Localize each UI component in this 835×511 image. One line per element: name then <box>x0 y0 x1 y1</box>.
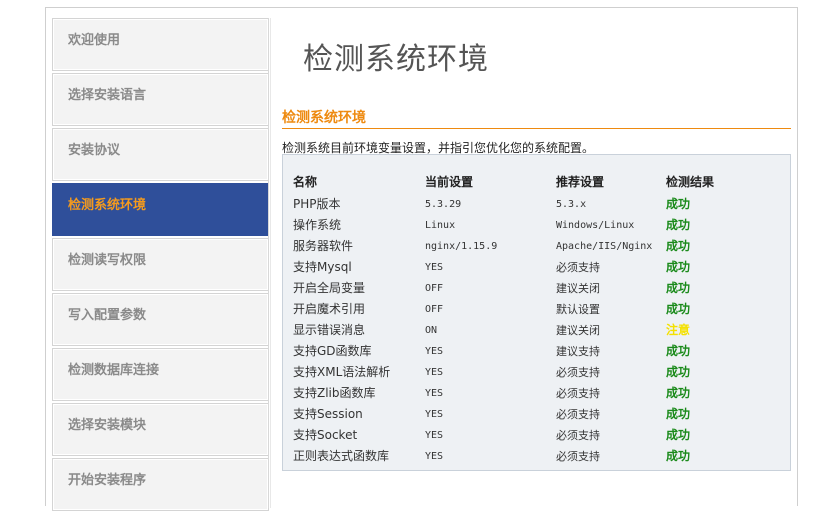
step-start-install[interactable]: 开始安装程序 <box>52 458 269 511</box>
row-current-setting: YES <box>425 388 444 399</box>
row-name: 支持Session <box>293 407 363 421</box>
row-recommended-setting: 建议支持 <box>556 345 600 358</box>
step-welcome[interactable]: 欢迎使用 <box>52 18 269 71</box>
row-check-result: 成功 <box>666 302 691 316</box>
section-divider <box>282 128 791 129</box>
row-name: 正则表达式函数库 <box>293 449 390 463</box>
row-name: 支持GD函数库 <box>293 344 372 358</box>
row-check-result: 成功 <box>666 386 691 400</box>
row-check-result: 成功 <box>666 281 691 295</box>
row-current-setting: YES <box>425 430 444 441</box>
row-current-setting: YES <box>425 451 444 462</box>
row-recommended-setting: 必须支持 <box>556 429 600 442</box>
row-recommended-setting: 必须支持 <box>556 450 600 463</box>
table-row: 支持Mysql YES 必须支持 成功 <box>283 257 790 278</box>
table-header: 名称 当前设置 推荐设置 检测结果 <box>283 172 790 193</box>
section-title: 检测系统环境 <box>282 110 366 126</box>
step-select-modules[interactable]: 选择安装模块 <box>52 403 269 456</box>
row-check-result: 成功 <box>666 218 691 232</box>
row-current-setting: YES <box>425 367 444 378</box>
row-name: 服务器软件 <box>293 239 354 253</box>
row-recommended-setting: 建议关闭 <box>556 324 600 337</box>
row-current-setting: OFF <box>425 283 444 294</box>
row-check-result: 成功 <box>666 260 691 274</box>
row-recommended-setting: 5.3.x <box>556 199 587 210</box>
step-label: 检测数据库连接 <box>68 363 160 378</box>
step-label: 开始安装程序 <box>68 473 147 488</box>
row-name: 显示错误消息 <box>293 323 366 337</box>
row-recommended-setting: Apache/IIS/Nginx <box>556 241 653 252</box>
step-check-environment[interactable]: 检测系统环境 <box>52 183 269 236</box>
step-select-language[interactable]: 选择安装语言 <box>52 73 269 126</box>
step-label: 选择安装语言 <box>68 88 147 103</box>
row-recommended-setting: 必须支持 <box>556 387 600 400</box>
step-label: 选择安装模块 <box>68 418 147 433</box>
row-name: PHP版本 <box>293 197 341 211</box>
table-row: 显示错误消息 ON 建议关闭 注意 <box>283 320 790 341</box>
table-row: 支持Zlib函数库 YES 必须支持 成功 <box>283 383 790 404</box>
row-name: 支持Socket <box>293 428 358 442</box>
row-current-setting: Linux <box>425 220 456 231</box>
row-name: 支持Mysql <box>293 260 352 274</box>
row-current-setting: OFF <box>425 304 444 315</box>
step-label: 安装协议 <box>68 143 121 158</box>
row-recommended-setting: Windows/Linux <box>556 220 635 231</box>
step-license-agreement[interactable]: 安装协议 <box>52 128 269 181</box>
row-check-result: 成功 <box>666 344 691 358</box>
row-current-setting: 5.3.29 <box>425 199 462 210</box>
row-recommended-setting: 必须支持 <box>556 408 600 421</box>
row-check-result: 成功 <box>666 365 691 379</box>
row-recommended-setting: 必须支持 <box>556 366 600 379</box>
table-row: 服务器软件 nginx/1.15.9 Apache/IIS/Nginx 成功 <box>283 236 790 257</box>
row-check-result: 成功 <box>666 197 691 211</box>
table-row: 开启全局变量 OFF 建议关闭 成功 <box>283 278 790 299</box>
step-label: 欢迎使用 <box>68 33 121 48</box>
row-name: 操作系统 <box>293 218 342 232</box>
step-label: 检测系统环境 <box>68 198 147 213</box>
step-check-permissions[interactable]: 检测读写权限 <box>52 238 269 291</box>
table-row: 开启魔术引用 OFF 默认设置 成功 <box>283 299 790 320</box>
row-current-setting: YES <box>425 262 444 273</box>
row-name: 支持XML语法解析 <box>293 365 391 379</box>
environment-check-table: 名称 当前设置 推荐设置 检测结果 PHP版本 5.3.29 5.3.x 成功 操作系统… <box>282 154 791 471</box>
table-row: PHP版本 5.3.29 5.3.x 成功 <box>283 194 790 215</box>
row-current-setting: nginx/1.15.9 <box>425 241 498 252</box>
row-name: 支持Zlib函数库 <box>293 386 376 400</box>
row-recommended-setting: 默认设置 <box>556 303 600 316</box>
row-check-result: 成功 <box>666 449 691 463</box>
row-check-result: 成功 <box>666 407 691 421</box>
header-recommended: 推荐设置 <box>556 175 605 189</box>
row-current-setting: YES <box>425 346 444 357</box>
row-recommended-setting: 建议关闭 <box>556 282 600 295</box>
row-name: 开启全局变量 <box>293 281 366 295</box>
header-current: 当前设置 <box>425 175 474 189</box>
step-write-config[interactable]: 写入配置参数 <box>52 293 269 346</box>
row-name: 开启魔术引用 <box>293 302 366 316</box>
step-label: 检测读写权限 <box>68 253 147 268</box>
row-check-result: 注意 <box>666 323 691 337</box>
row-current-setting: YES <box>425 409 444 420</box>
row-current-setting: ON <box>425 325 438 336</box>
table-row: 支持Socket YES 必须支持 成功 <box>283 425 790 446</box>
row-check-result: 成功 <box>666 239 691 253</box>
installer-frame: 欢迎使用 选择安装语言 安装协议 检测系统环境 检测读写权限 写入配置参数 检测… <box>45 7 798 511</box>
header-result: 检测结果 <box>666 175 715 189</box>
header-name: 名称 <box>293 175 318 189</box>
table-row: 支持XML语法解析 YES 必须支持 成功 <box>283 362 790 383</box>
table-row: 正则表达式函数库 YES 必须支持 成功 <box>283 446 790 467</box>
row-recommended-setting: 必须支持 <box>556 261 600 274</box>
table-row: 支持Session YES 必须支持 成功 <box>283 404 790 425</box>
row-check-result: 成功 <box>666 428 691 442</box>
sidebar-divider-shadow <box>270 18 271 508</box>
table-row: 操作系统 Linux Windows/Linux 成功 <box>283 215 790 236</box>
step-check-database[interactable]: 检测数据库连接 <box>52 348 269 401</box>
step-label: 写入配置参数 <box>68 308 147 323</box>
sidebar-divider <box>268 18 269 508</box>
table-row: 支持GD函数库 YES 建议支持 成功 <box>283 341 790 362</box>
page-title: 检测系统环境 <box>303 42 489 77</box>
